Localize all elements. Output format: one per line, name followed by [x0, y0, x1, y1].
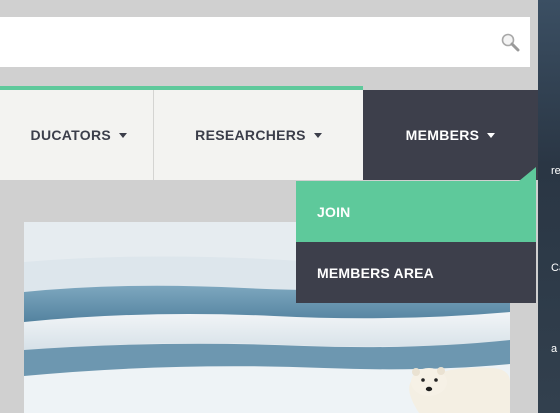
nav-item-label: DUCATORS: [30, 127, 111, 143]
search-icon[interactable]: [500, 32, 520, 52]
edge-text-fragment: Ca: [551, 262, 560, 274]
nav-item-educators[interactable]: DUCATORS: [0, 90, 154, 180]
nav-item-label: RESEARCHERS: [195, 127, 306, 143]
members-dropdown-menu: JOIN MEMBERS AREA: [296, 181, 536, 303]
nav-item-label: MEMBERS: [405, 127, 480, 143]
polar-bear-figure: [409, 367, 510, 413]
search-input[interactable]: [0, 17, 530, 67]
edge-text-fragment: a: [551, 343, 558, 355]
caret-down-icon: [119, 132, 127, 138]
edge-text-fragment: re: [551, 165, 560, 177]
nav-item-researchers[interactable]: RESEARCHERS: [154, 90, 363, 180]
dropdown-pointer: [519, 167, 536, 181]
caret-down-icon: [487, 132, 496, 138]
menu-item-join[interactable]: JOIN: [296, 181, 536, 242]
menu-item-members-area[interactable]: MEMBERS AREA: [296, 242, 536, 303]
main-nav: DUCATORS RESEARCHERS MEMBERS: [0, 90, 538, 180]
nav-item-members[interactable]: MEMBERS: [363, 90, 538, 180]
caret-down-icon: [313, 132, 322, 138]
